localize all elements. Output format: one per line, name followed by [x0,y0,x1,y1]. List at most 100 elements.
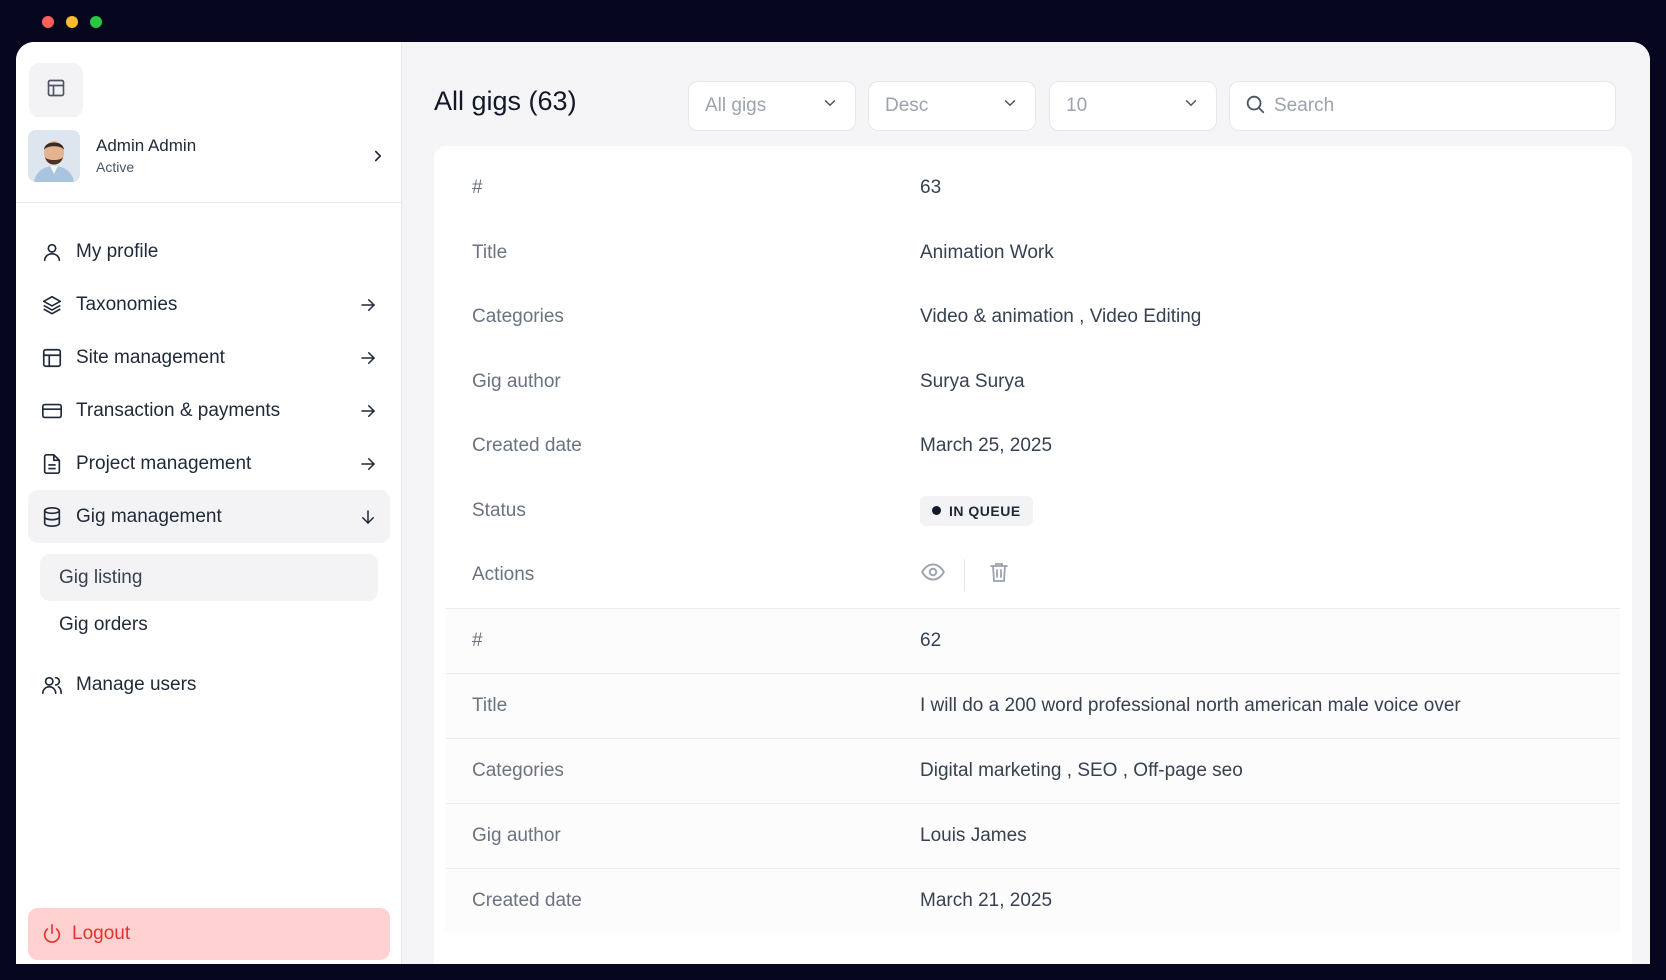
sidebar-toggle-button[interactable] [29,63,83,117]
sidebar-item-project-management[interactable]: Project management [28,437,390,490]
profile-card[interactable]: Admin Admin Active [28,130,390,182]
table-row: Title I will do a 200 word professional … [446,672,1620,738]
field-value: 63 [920,177,942,199]
table-row: Categories Video & animation , Video Edi… [446,285,1620,350]
table-row: Created date March 25, 2025 [446,414,1620,479]
field-value: Digital marketing , SEO , Off-page seo [920,759,1243,781]
select-value: All gigs [705,95,767,116]
window-zoom-button[interactable] [90,16,102,28]
sidebar-item-label: Transaction & payments [76,399,281,421]
field-value: IN QUEUE [920,495,1620,526]
field-value: March 25, 2025 [920,435,1053,457]
per-page-select[interactable]: 10 [1049,81,1217,131]
layers-icon [40,293,64,317]
sidebar-item-transactions[interactable]: Transaction & payments [28,384,390,437]
main-content: All gigs (63) All gigs Desc 10 Search # … [402,42,1650,964]
table-row: Gig author Surya Surya [446,350,1620,415]
field-value: Louis James [920,824,1027,846]
field-label: Created date [472,435,582,457]
sidebar-item-label: Gig management [76,505,222,527]
chevron-right-icon [366,144,390,168]
sidebar-item-label: Manage users [76,673,197,695]
field-value: Animation Work [920,241,1054,263]
gig-record: # 62 Title I will do a 200 word professi… [434,607,1632,933]
sidebar-item-site-management[interactable]: Site management [28,331,390,384]
row-actions [920,559,1620,592]
field-label: Actions [472,564,535,586]
users-icon [40,673,64,697]
table-row: Created date March 21, 2025 [446,867,1620,933]
field-label: Created date [472,889,582,911]
select-value: Desc [885,95,929,116]
table-row: # 63 [446,156,1620,221]
status-dot [932,506,941,516]
database-icon [40,505,64,529]
user-icon [40,240,64,264]
search-box [1229,81,1616,131]
field-label: Gig author [472,824,561,846]
power-icon [40,922,64,946]
sidebar-item-manage-users[interactable]: Manage users [28,658,390,711]
field-label: Title [472,694,508,716]
avatar [28,130,80,182]
field-label: Categories [472,759,564,781]
table-row: Status IN QUEUE [446,479,1620,544]
gig-list-card: # 63 Title Animation Work Categories Vid… [434,146,1632,964]
field-value: Video & animation , Video Editing [920,306,1202,328]
table-row: Title Animation Work [446,221,1620,286]
field-label: Status [472,499,526,521]
sidebar-item-taxonomies[interactable]: Taxonomies [28,278,390,331]
chevron-down-icon [1001,94,1019,118]
arrow-right-icon [358,454,378,474]
arrow-right-icon [358,295,378,315]
sort-order-select[interactable]: Desc [868,81,1036,131]
status-text: IN QUEUE [949,502,1021,519]
sidebar-subitem-gig-listing[interactable]: Gig listing [40,554,378,601]
layout-icon [40,346,64,370]
arrow-down-icon [358,507,378,527]
app-window: Admin Admin Active My profile Taxonomies [16,42,1650,964]
chevron-down-icon [821,94,839,118]
sidebar-item-gig-management[interactable]: Gig management [28,490,390,543]
page-title: All gigs (63) [434,86,577,116]
field-value: Surya Surya [920,370,1025,392]
field-label: Gig author [472,370,561,392]
field-label: # [472,629,483,651]
eye-icon[interactable] [920,559,946,591]
table-row: Actions [446,543,1620,608]
gig-submenu: Gig listing Gig orders [28,543,390,648]
sidebar-item-label: Site management [76,346,225,368]
actions-divider [964,559,965,592]
sidebar-item-label: My profile [76,240,159,262]
sidebar-subitem-gig-orders[interactable]: Gig orders [40,601,378,648]
gig-record: # 63 Title Animation Work Categories Vid… [434,146,1632,608]
window-minimize-button[interactable] [66,16,78,28]
chevron-down-icon [1182,94,1200,118]
arrow-right-icon [358,401,378,421]
trash-icon[interactable] [987,560,1011,590]
sidebar-nav: My profile Taxonomies Site management Tr… [28,225,390,711]
sidebar-item-my-profile[interactable]: My profile [28,225,390,278]
gig-type-select[interactable]: All gigs [688,81,856,131]
field-label: # [472,177,483,199]
search-icon [1244,93,1266,120]
logout-label: Logout [72,923,131,944]
field-value: March 21, 2025 [920,889,1053,911]
field-value: 62 [920,629,942,651]
select-value: 10 [1066,95,1088,116]
credit-card-icon [40,399,64,423]
layout-icon [46,78,66,103]
table-row: Gig author Louis James [446,802,1620,868]
search-input[interactable] [1274,95,1594,117]
status-badge: IN QUEUE [920,495,1033,526]
logout-button[interactable]: Logout [28,908,390,960]
window-close-button[interactable] [42,16,54,28]
sidebar: Admin Admin Active My profile Taxonomies [16,42,402,964]
table-row: Categories Digital marketing , SEO , Off… [446,737,1620,803]
sidebar-divider [16,202,401,203]
file-text-icon [40,452,64,476]
field-label: Title [472,241,508,263]
sidebar-item-label: Taxonomies [76,293,178,315]
profile-status: Active [96,159,135,175]
table-row: # 62 [446,607,1620,673]
